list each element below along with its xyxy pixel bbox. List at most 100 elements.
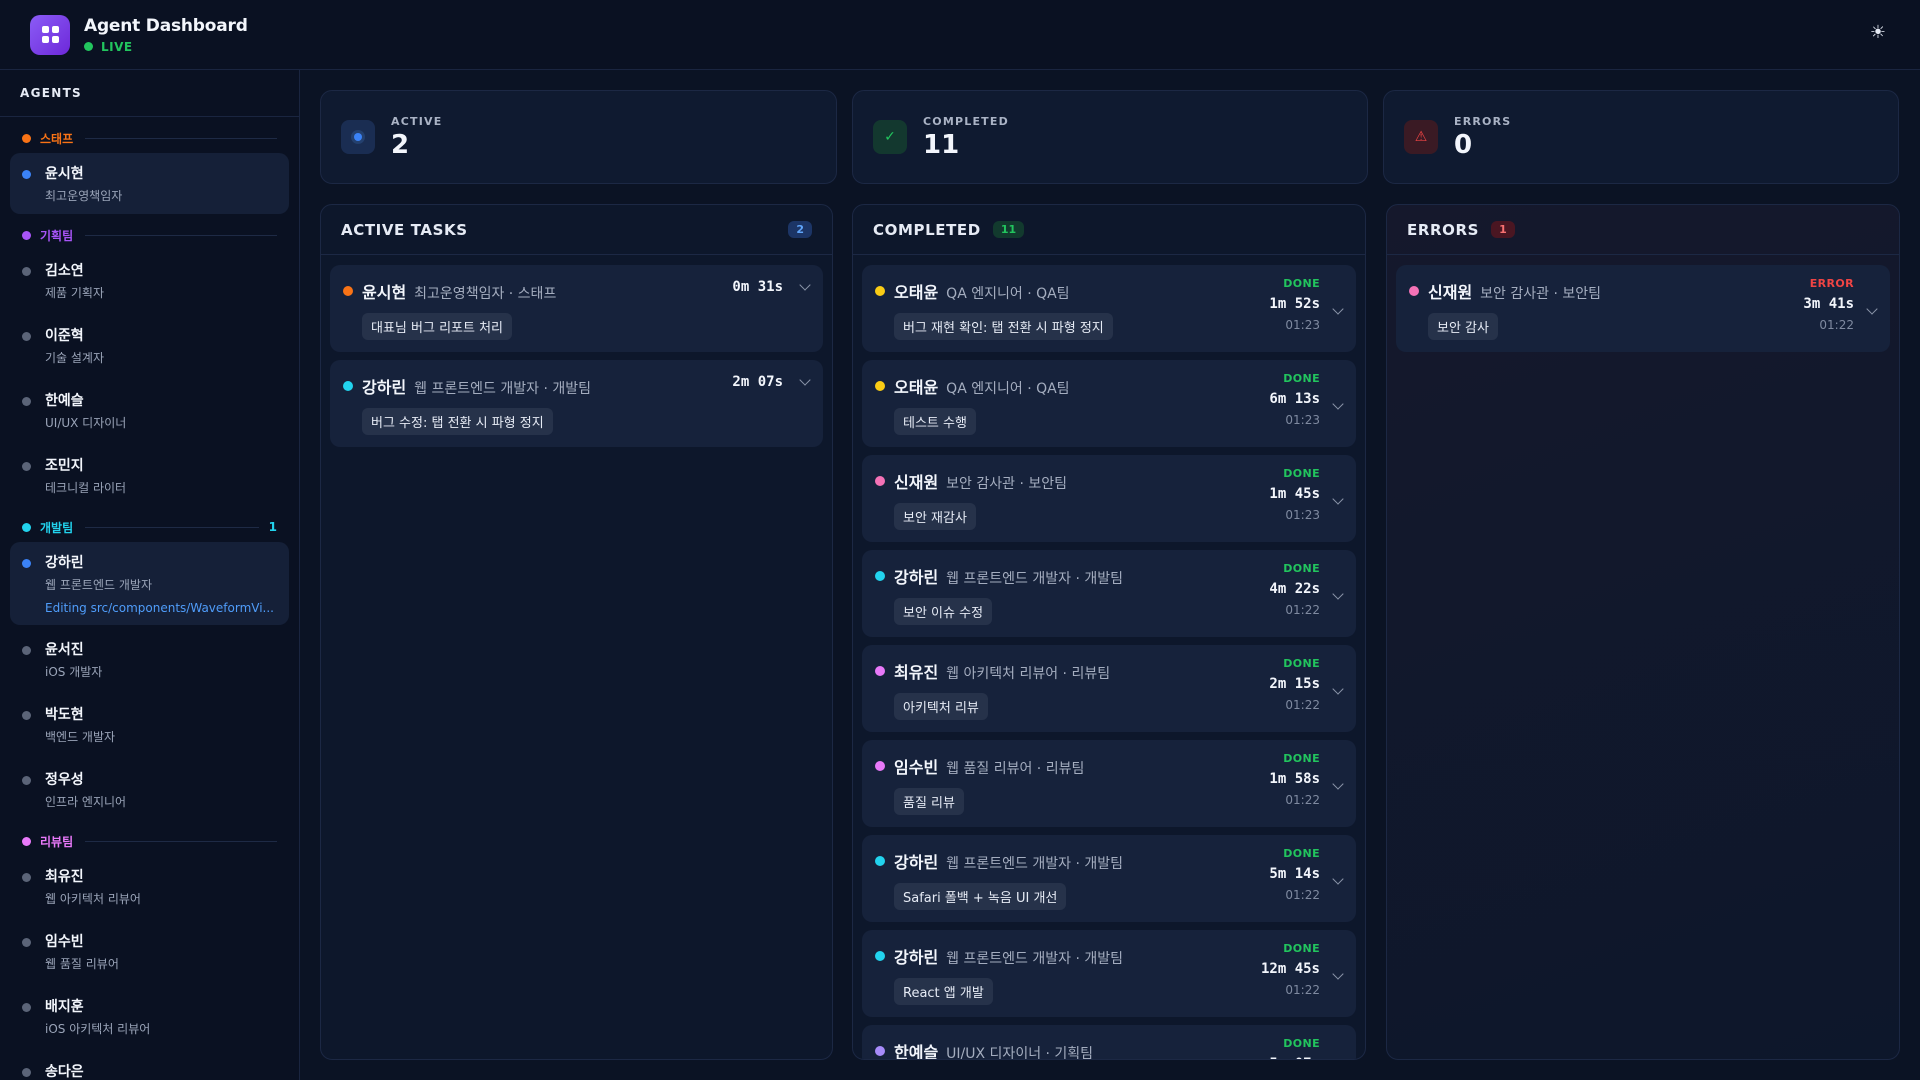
sidebar-agent-item[interactable]: 조민지 테크니컬 라이터 (10, 445, 289, 506)
agent-dot-icon (875, 666, 885, 676)
active-stat-card: ACTIVE 2 (320, 90, 837, 184)
agent-role: 테크니컬 라이터 (45, 481, 127, 495)
task-agent-role: 보안 감사관 · 보안팀 (946, 476, 1068, 492)
agent-name: 김소연 (45, 263, 84, 279)
agent-dot-icon (1409, 286, 1419, 296)
stat-label: ERRORS (1454, 114, 1512, 128)
expand-chevron-icon[interactable] (1332, 303, 1344, 315)
completed-task-card[interactable]: 강하린 웹 프론트엔드 개발자 · 개발팀 React 앱 개발 DONE 12m 45… (862, 930, 1356, 1017)
task-agent-role: 보안 감사관 · 보안팀 (1480, 286, 1602, 302)
stat-value: 11 (923, 129, 960, 160)
sidebar-agent-item[interactable]: 최유진 웹 아키텍처 리뷰어 (10, 856, 289, 917)
task-status: DONE (1283, 372, 1320, 385)
agent-name: 조민지 (45, 458, 84, 474)
sidebar-agent-item[interactable]: 송다은 iOS 품질 리뷰어 (10, 1051, 289, 1080)
sidebar-agent-item[interactable]: 박도현 백엔드 개발자 (10, 694, 289, 755)
task-timestamp: 01:22 (1285, 603, 1320, 617)
agent-role: UI/UX 디자이너 (45, 416, 127, 430)
agent-dot-icon (875, 951, 885, 961)
task-agent-name: 오태윤 (894, 378, 939, 397)
active-count-badge: 2 (788, 221, 812, 238)
task-agent-name: 한예슬 (894, 1043, 939, 1060)
group-name: 기획팀 (40, 228, 74, 243)
completed-task-card[interactable]: 강하린 웹 프론트엔드 개발자 · 개발팀 보안 이슈 수정 DONE 4m 22s 01… (862, 550, 1356, 637)
task-status: DONE (1283, 1037, 1320, 1050)
task-agent-role: 웹 프론트엔드 개발자 · 개발팀 (946, 571, 1123, 587)
task-description: 대표님 버그 리포트 처리 (362, 313, 512, 340)
expand-chevron-icon[interactable] (1332, 778, 1344, 790)
active-task-card[interactable]: 강하린 웹 프론트엔드 개발자 · 개발팀 버그 수정: 탭 전환 시 파형 정… (330, 360, 823, 447)
task-description: 보안 감사 (1428, 313, 1498, 340)
expand-chevron-icon[interactable] (1332, 683, 1344, 695)
group-header-planning: 기획팀 (0, 224, 299, 246)
panel-title: COMPLETED (873, 220, 981, 239)
task-agent-name: 최유진 (894, 663, 939, 682)
task-timestamp: 01:23 (1285, 413, 1320, 427)
agent-role: 제품 기획자 (45, 286, 105, 300)
active-tasks-panel: ACTIVE TASKS 2 윤시현 최고운영책임자 · 스태프 대표님 버그 … (320, 204, 833, 1060)
panel-title: ERRORS (1407, 220, 1480, 239)
task-agent-role: 웹 프론트엔드 개발자 · 개발팀 (946, 856, 1123, 872)
task-duration: 5m 14s (1269, 866, 1320, 882)
agent-name: 정우성 (45, 772, 84, 788)
sidebar-agent-item[interactable]: 윤시현 최고운영책임자 (10, 153, 289, 214)
sidebar-agent-item[interactable]: 이준혁 기술 설계자 (10, 315, 289, 376)
app-logo-icon (30, 14, 70, 55)
agent-role: 백엔드 개발자 (45, 730, 116, 744)
task-timestamp: 01:22 (1285, 888, 1320, 902)
sidebar-agent-item[interactable]: 한예슬 UI/UX 디자이너 (10, 380, 289, 441)
task-description: 테스트 수행 (894, 408, 976, 435)
group-header-staff: 스태프 (0, 127, 299, 149)
sidebar-title: AGENTS (0, 70, 299, 117)
group-dot-icon (22, 133, 31, 143)
task-agent-role: QA 엔지니어 · QA팀 (946, 381, 1070, 397)
agent-status-dot-icon (22, 711, 31, 720)
completed-task-card[interactable]: 신재원 보안 감사관 · 보안팀 보안 재감사 DONE 1m 45s 01:23 (862, 455, 1356, 542)
sidebar-agent-item[interactable]: 김소연 제품 기획자 (10, 250, 289, 311)
expand-chevron-icon[interactable] (1332, 493, 1344, 505)
group-header-dev: 개발팀 1 (0, 516, 299, 538)
theme-toggle-sun-icon[interactable]: ☀ (1870, 22, 1886, 43)
agent-dot-icon (875, 1046, 885, 1056)
active-task-card[interactable]: 윤시현 최고운영책임자 · 스태프 대표님 버그 리포트 처리 0m 31s (330, 265, 823, 352)
error-task-card[interactable]: 신재원 보안 감사관 · 보안팀 보안 감사 ERROR 3m 41s 01:2… (1396, 265, 1890, 352)
completed-task-card[interactable]: 최유진 웹 아키텍처 리뷰어 · 리뷰팀 아키텍처 리뷰 DONE 2m 15s 01:2… (862, 645, 1356, 732)
sidebar-agent-item[interactable]: 배지훈 iOS 아키텍처 리뷰어 (10, 986, 289, 1047)
task-description: 버그 수정: 탭 전환 시 파형 정지 (362, 408, 553, 435)
agent-role: 웹 품질 리뷰어 (45, 957, 119, 971)
completed-task-card[interactable]: 임수빈 웹 품질 리뷰어 · 리뷰팀 품질 리뷰 DONE 1m 58s 01:22 (862, 740, 1356, 827)
task-status: DONE (1283, 562, 1320, 575)
expand-chevron-icon[interactable] (1866, 303, 1878, 315)
completed-task-card[interactable]: 오태윤 QA 엔지니어 · QA팀 테스트 수행 DONE 6m 13s 01:23 (862, 360, 1356, 447)
task-agent-name: 강하린 (894, 853, 939, 872)
completed-task-card[interactable]: 강하린 웹 프론트엔드 개발자 · 개발팀 Safari 폴백 + 녹음 UI 개선… (862, 835, 1356, 922)
elapsed-time: 2m 07s (732, 374, 783, 390)
agent-status-dot-icon (22, 559, 31, 568)
expand-chevron-icon[interactable] (1332, 873, 1344, 885)
warning-triangle-icon: ⚠ (1404, 120, 1438, 154)
agent-status-dot-icon (22, 1003, 31, 1012)
sidebar-agent-item[interactable]: 임수빈 웹 품질 리뷰어 (10, 921, 289, 982)
group-divider (85, 234, 277, 236)
sidebar-agent-item[interactable]: 정우성 인프라 엔지니어 (10, 759, 289, 820)
agent-name: 윤서진 (45, 642, 84, 658)
sidebar-agent-item[interactable]: 윤서진 iOS 개발자 (10, 629, 289, 690)
completed-task-card[interactable]: 한예슬UI/UX 디자이너 · 기획팀UI/UX 설계DONE5m 07s01:… (862, 1025, 1356, 1060)
agent-dot-icon (875, 856, 885, 866)
live-indicator: LIVE (84, 40, 248, 54)
task-duration: 1m 45s (1269, 486, 1320, 502)
stat-label: COMPLETED (923, 114, 1009, 128)
expand-chevron-icon[interactable] (1332, 398, 1344, 410)
expand-chevron-icon[interactable] (1332, 588, 1344, 600)
completed-stat-card: ✓ COMPLETED 11 (852, 90, 1368, 184)
agent-status-dot-icon (22, 1068, 31, 1077)
completed-task-card[interactable]: 오태윤 QA 엔지니어 · QA팀 버그 재현 확인: 탭 전환 시 파형 정지 DO… (862, 265, 1356, 352)
agent-status-dot-icon (22, 332, 31, 341)
sidebar-agent-item[interactable]: 강하린 웹 프론트엔드 개발자 Editing src/components/W… (10, 542, 289, 625)
group-divider (85, 526, 259, 528)
task-agent-name: 강하린 (894, 568, 939, 587)
agent-status-dot-icon (22, 397, 31, 406)
expand-chevron-icon[interactable] (1332, 968, 1344, 980)
completed-count-badge: 11 (992, 221, 1025, 238)
task-description: React 앱 개발 (894, 978, 993, 1005)
